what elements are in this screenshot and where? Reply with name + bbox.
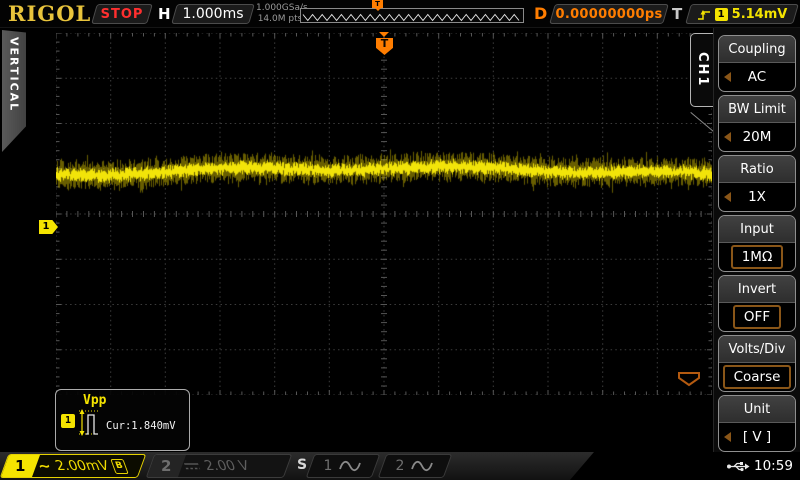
menu-label-invert: Invert	[719, 276, 795, 303]
menu-item-unit[interactable]: Unit [ V ]	[718, 395, 796, 452]
ch1-ac-coupling-icon: ~	[36, 461, 52, 471]
menu-value-invert: OFF	[733, 305, 781, 329]
trigger-label: T	[672, 5, 682, 23]
measurement-channel-badge: 1	[61, 414, 75, 428]
source2-number: 2	[396, 458, 405, 474]
bottom-status-bar: 1 ~ 2.00mV B 2 2.00 V S	[0, 452, 800, 480]
menu-label-unit: Unit	[719, 396, 795, 423]
source2-button[interactable]: 2	[382, 454, 448, 478]
run-state-label: STOP	[101, 7, 144, 22]
trigger-source-badge: 1	[715, 8, 728, 21]
horizontal-position-strip	[300, 8, 524, 23]
trigger-level-value: 5.14mV	[732, 7, 788, 22]
menu-label-coupling: Coupling	[719, 36, 795, 63]
ch1-tab-label: CH1	[695, 52, 710, 87]
timebase-value: 1.000ms	[182, 6, 243, 22]
memory-depth: 14.0M pts	[256, 14, 304, 25]
acquisition-info: 1.000GSa/s 14.0M pts	[256, 3, 304, 25]
rising-edge-icon	[697, 8, 711, 21]
run-state-indicator: STOP	[94, 4, 150, 24]
horizontal-label: H	[158, 5, 171, 23]
trigger-status: 1 5.14mV	[688, 4, 796, 24]
measurement-cur: Cur:1.840mV	[106, 420, 176, 434]
sample-rate: 1.000GSa/s	[256, 3, 304, 14]
source-label: S	[297, 457, 307, 473]
usb-icon	[726, 460, 750, 473]
menu-label-input: Input	[719, 216, 795, 243]
menu-item-ratio[interactable]: Ratio 1X	[718, 155, 796, 212]
tab-ch1[interactable]: CH1	[690, 33, 714, 107]
menu-label-volts-div: Volts/Div	[719, 336, 795, 363]
menu-value-ratio: 1X	[748, 189, 766, 205]
trigger-position-tip	[379, 32, 389, 37]
source2-sine-icon	[410, 459, 434, 473]
menu-value-input: 1MΩ	[731, 245, 784, 269]
menu-label-ratio: Ratio	[719, 156, 795, 183]
trigger-level-offscreen-icon	[676, 371, 702, 387]
menu-value-unit: [ V ]	[743, 429, 771, 445]
timebase-indicator: 1.000ms	[174, 4, 252, 24]
ch2-scale-value: 2.00 V	[202, 458, 251, 474]
channel2-number: 2	[161, 457, 171, 475]
menu-item-input[interactable]: Input 1MΩ	[718, 215, 796, 272]
menu-label-bw-limit: BW Limit	[719, 96, 795, 123]
vertical-tab-label: VERTICAL	[8, 30, 21, 152]
menu-item-coupling[interactable]: Coupling AC	[718, 35, 796, 92]
ch1-scale-value: 2.00mV	[53, 458, 111, 474]
menu-item-bw-limit[interactable]: BW Limit 20M	[718, 95, 796, 152]
waveform-trace	[56, 33, 712, 395]
channel2-button[interactable]: 2 2.00 V	[150, 454, 288, 478]
delay-indicator: 0.00000000ps	[552, 4, 666, 24]
top-status-bar: RIGOL STOP H 1.000ms 1.000GSa/s 14.0M pt…	[0, 0, 800, 28]
oscilloscope-screen: RIGOL STOP H 1.000ms 1.000GSa/s 14.0M pt…	[0, 0, 800, 480]
menu-item-volts-div[interactable]: Volts/Div Coarse	[718, 335, 796, 392]
ch1-bw-limit-icon: B	[110, 459, 128, 474]
menu-item-invert[interactable]: Invert OFF	[718, 275, 796, 332]
channel1-button[interactable]: 1 ~ 2.00mV B	[4, 454, 142, 478]
measurement-box: Vpp 1 Cur:1.840mV Avg:1.910mV Min:1.600m…	[55, 389, 190, 451]
menu-value-volts-div: Coarse	[723, 365, 792, 389]
channel1-number: 1	[15, 457, 25, 475]
source1-button[interactable]: 1	[310, 454, 376, 478]
delay-label: D	[534, 4, 547, 23]
menu-value-bw-limit: 20M	[743, 129, 772, 145]
waveform-preview	[301, 11, 523, 24]
channel-menu-panel: Coupling AC BW Limit 20M Ratio 1X Input …	[713, 28, 800, 452]
horizontal-position-marker[interactable]: T	[372, 0, 383, 8]
clock: 10:59	[754, 458, 793, 474]
menu-value-coupling: AC	[748, 69, 766, 85]
ch2-dc-coupling-icon	[182, 460, 202, 472]
delay-value: 0.00000000ps	[556, 7, 663, 22]
rigol-logo: RIGOL	[8, 1, 91, 26]
vpp-glyph-icon	[76, 403, 102, 441]
source1-sine-icon	[338, 459, 362, 473]
vertical-menu-tab[interactable]: VERTICAL	[2, 30, 26, 152]
source1-number: 1	[324, 458, 333, 474]
